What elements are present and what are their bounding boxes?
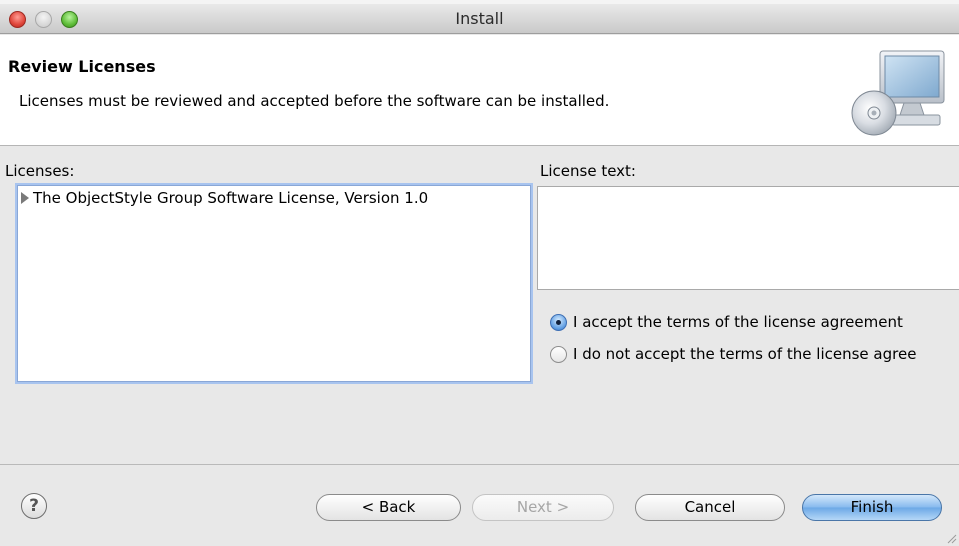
tree-item[interactable]: The ObjectStyle Group Software License, … [21, 189, 428, 207]
back-button[interactable]: < Back [316, 494, 461, 521]
tree-item-label: The ObjectStyle Group Software License, … [33, 189, 429, 207]
accept-label: I accept the terms of the license agreem… [573, 313, 903, 331]
window-title: Install [455, 9, 504, 28]
accept-radio-option[interactable]: I accept the terms of the license agreem… [550, 313, 903, 331]
help-button[interactable]: ? [21, 493, 47, 519]
resize-grip-icon[interactable] [945, 532, 957, 544]
install-window: Install Review Licenses Licenses must be… [0, 0, 959, 546]
footer-divider [0, 464, 959, 465]
licenses-label: Licenses: [5, 162, 75, 180]
license-text-area[interactable] [537, 186, 959, 290]
finish-button[interactable]: Finish [802, 494, 942, 521]
next-button[interactable]: Next > [472, 494, 614, 521]
radio-unselected-icon[interactable] [550, 345, 567, 363]
page-description: Licenses must be reviewed and accepted b… [19, 92, 610, 110]
decline-radio-option[interactable]: I do not accept the terms of the license… [550, 345, 916, 363]
licenses-tree[interactable]: The ObjectStyle Group Software License, … [17, 185, 531, 382]
decline-label: I do not accept the terms of the license… [573, 345, 917, 363]
license-text-label: License text: [540, 162, 636, 180]
title-bar[interactable]: Install [0, 4, 959, 34]
expand-triangle-icon[interactable] [21, 192, 29, 204]
radio-selected-icon[interactable] [550, 313, 567, 331]
page-title: Review Licenses [8, 57, 156, 76]
cancel-button[interactable]: Cancel [635, 494, 785, 521]
wizard-header: Review Licenses Licenses must be reviewe… [0, 35, 959, 146]
install-software-icon [851, 50, 945, 136]
